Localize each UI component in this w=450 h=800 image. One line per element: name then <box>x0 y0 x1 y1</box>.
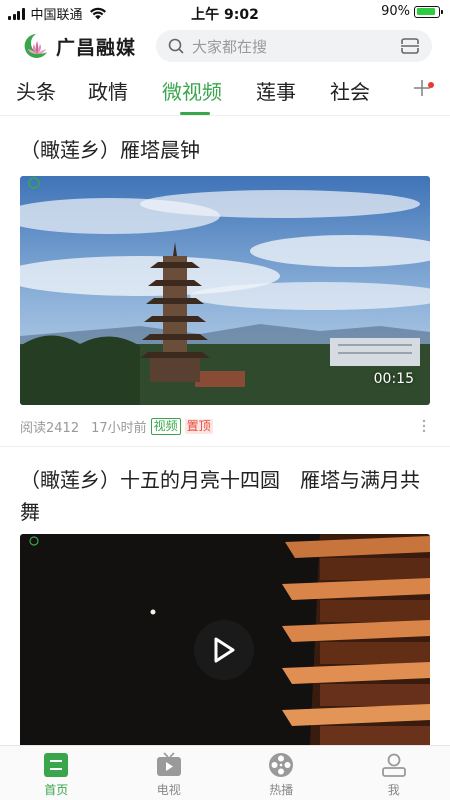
tab-headlines[interactable]: 头条 <box>16 76 56 105</box>
article-divider <box>0 446 450 447</box>
play-icon <box>214 637 235 663</box>
tab-lotus-news[interactable]: 莲事 <box>256 76 296 105</box>
video-thumbnail[interactable] <box>20 534 430 745</box>
video-thumbnail[interactable]: 00:15 <box>20 176 430 405</box>
search-icon <box>168 38 184 54</box>
nav-home[interactable]: 首页 <box>0 746 113 800</box>
tv-icon <box>156 752 181 776</box>
nav-tv[interactable]: 电视 <box>113 746 226 800</box>
app-name: 广昌融媒 <box>56 36 137 59</box>
status-right: 90% <box>381 4 443 19</box>
channel-tabs: 头条 政情 微视频 莲事 社会 <box>0 72 450 116</box>
tab-politics[interactable]: 政情 <box>88 76 128 105</box>
video-tag: 视频 <box>150 417 181 435</box>
scan-icon[interactable] <box>400 37 420 55</box>
article-title[interactable]: （瞰莲乡）雁塔晨钟 <box>20 134 432 166</box>
video-duration: 00:15 <box>373 371 414 387</box>
lotus-logo-icon <box>24 34 47 58</box>
status-bar: 中国联通 上午 9:02 90% <box>0 0 450 24</box>
nav-tv-label: 电视 <box>156 783 181 797</box>
film-reel-icon <box>269 753 294 777</box>
tab-society[interactable]: 社会 <box>330 76 370 105</box>
article-title[interactable]: （瞰莲乡）十五的月亮十四圆 雁塔与满月共舞 <box>20 464 432 528</box>
nav-home-label: 首页 <box>44 783 69 797</box>
app-logo[interactable]: 广昌融媒 <box>20 32 136 60</box>
more-options-icon[interactable] <box>422 419 426 433</box>
nav-profile-label: 我 <box>387 783 400 797</box>
battery-icon <box>414 5 443 18</box>
nav-trending-label: 热播 <box>269 783 294 797</box>
battery-percent: 90% <box>381 4 410 19</box>
active-tab-indicator <box>180 112 210 115</box>
add-channel-icon[interactable] <box>410 76 434 100</box>
nav-profile[interactable]: 我 <box>338 746 450 800</box>
tab-micro-video[interactable]: 微视频 <box>162 76 222 105</box>
article-meta: 阅读2412 17小时前 视频 置顶 <box>20 416 430 436</box>
bottom-navigation: 首页 电视 热播 我 <box>0 745 450 800</box>
pagoda-morning-image <box>20 176 430 405</box>
play-button[interactable] <box>194 620 254 680</box>
user-icon <box>381 753 406 777</box>
app-header: 广昌融媒 大家都在搜 <box>0 24 450 70</box>
notification-dot <box>428 82 434 88</box>
pinned-tag: 置顶 <box>184 418 213 434</box>
search-placeholder: 大家都在搜 <box>192 37 268 56</box>
read-count: 阅读2412 <box>20 420 80 436</box>
publish-time: 17小时前 <box>91 420 147 436</box>
battery-level <box>416 8 436 15</box>
search-bar[interactable]: 大家都在搜 <box>156 30 432 62</box>
home-icon <box>44 753 69 777</box>
nav-trending[interactable]: 热播 <box>225 746 338 800</box>
